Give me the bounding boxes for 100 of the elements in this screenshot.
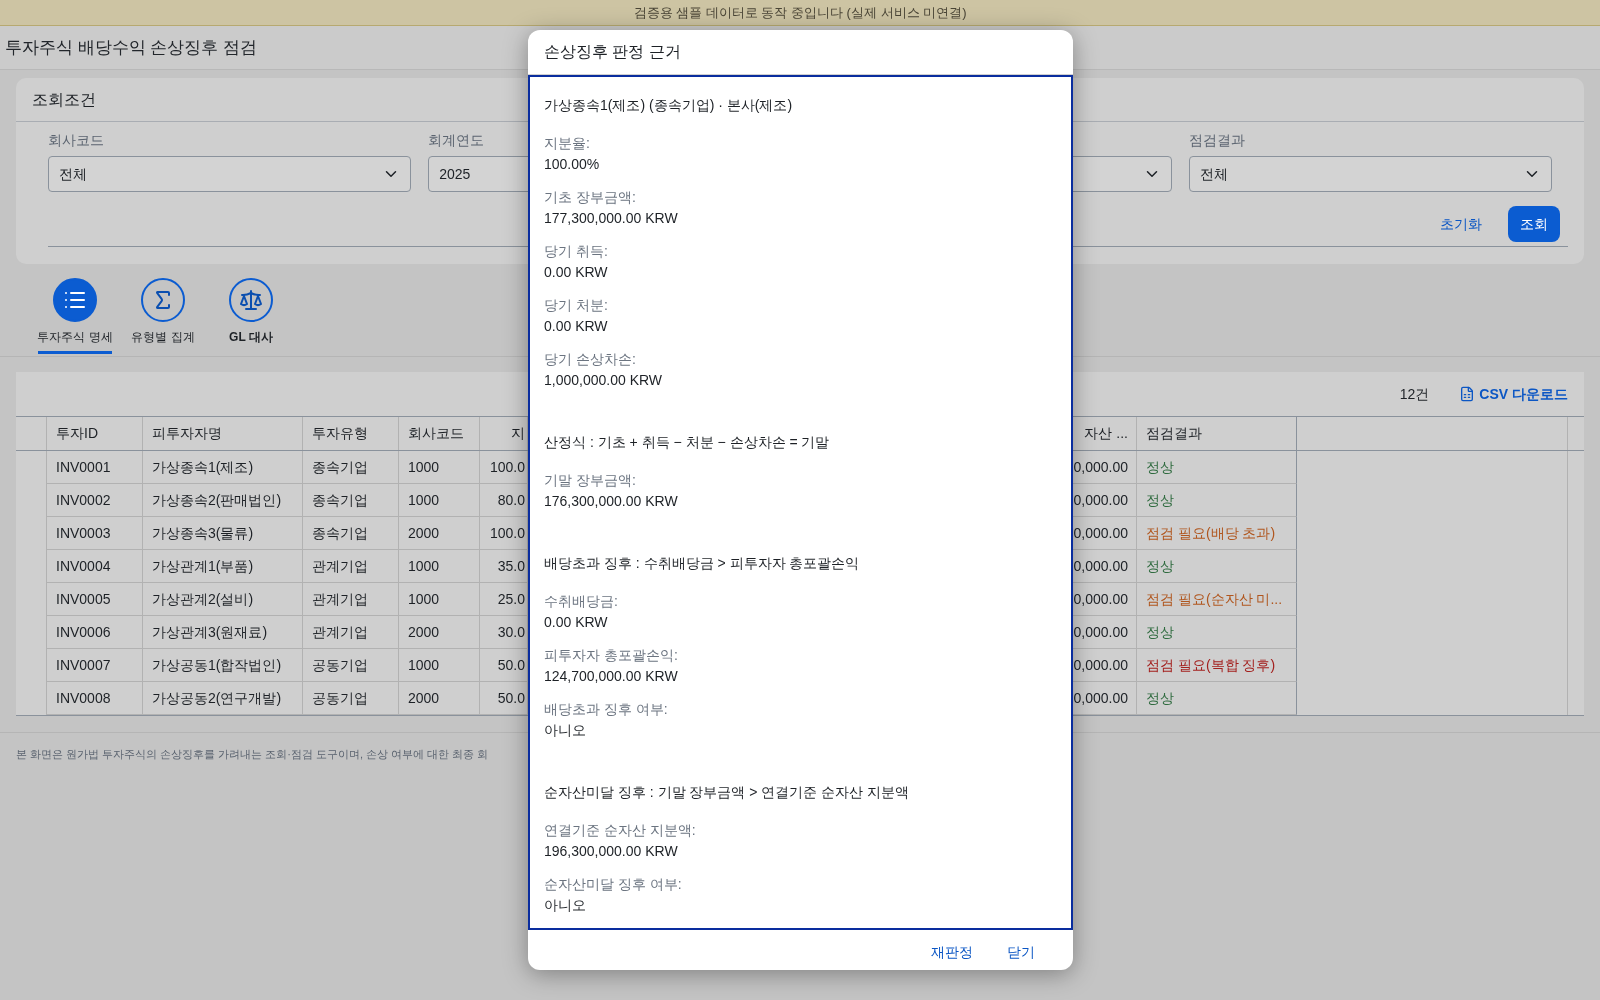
- result-status: 정상: [1146, 622, 1174, 642]
- table-cell: 1000: [399, 484, 480, 517]
- table-cell: 종속기업: [303, 484, 399, 517]
- field-value: 0.00 KRW: [544, 263, 609, 282]
- table-cell: 100.0: [480, 451, 528, 484]
- spreadsheet-icon: [1459, 386, 1476, 402]
- field-value: 1,000,000.00 KRW: [544, 371, 664, 390]
- table-cell: 종속기업: [303, 451, 399, 484]
- table-cell: INV0007: [47, 649, 143, 682]
- column-header: 투자유형: [303, 417, 399, 450]
- column-header: 피투자자명: [143, 417, 303, 450]
- section-heading: 순자산미달 징후 : 기말 장부금액 > 연결기준 순자산 지분액: [544, 783, 911, 802]
- table-cell: 종속기업: [303, 517, 399, 550]
- filter-select[interactable]: 전체: [1188, 156, 1552, 192]
- field-label: 연결기준 순자산 지분액:: [544, 821, 697, 840]
- result-status: 정상: [1146, 688, 1174, 708]
- table-cell: INV0005: [47, 583, 143, 616]
- table-cell: INV0001: [47, 451, 143, 484]
- footnote: 본 화면은 원가법 투자주식의 손상징후를 가려내는 조회·점검 도구이며, 손상 여부에 대한 최종 회: [16, 748, 489, 760]
- table-cell: 35.0: [480, 550, 528, 583]
- field-value: 0.00 KRW: [544, 613, 609, 632]
- filter-title: 조회조건: [32, 89, 96, 110]
- column-header: 투자ID: [47, 417, 143, 450]
- section-heading: 가상종속1(제조) (종속기업) · 본사(제조): [544, 96, 794, 115]
- table-cell: 관계기업: [303, 583, 399, 616]
- row-count: 12건: [1399, 384, 1430, 404]
- field-label: 당기 손상차손:: [544, 350, 637, 369]
- view-tab[interactable]: 투자주식 명세: [38, 278, 112, 354]
- result-status: 정상: [1146, 457, 1174, 477]
- field-value: 아니오: [544, 896, 587, 915]
- table-cell: 공동기업: [303, 682, 399, 715]
- table-cell: 가상종속2(판매법인): [143, 484, 303, 517]
- dialog-button[interactable]: 재판정: [923, 938, 981, 967]
- column-header: 지: [480, 417, 528, 450]
- field-label: 배당초과 징후 여부:: [544, 700, 669, 719]
- table-cell: INV0004: [47, 550, 143, 583]
- table-cell: 관계기업: [303, 616, 399, 649]
- field-value: 196,300,000.00 KRW: [544, 842, 679, 861]
- section-heading: 산정식 : 기초 + 취득 − 처분 − 손상차손 = 기말: [544, 433, 831, 452]
- table-cell: 50.0: [480, 682, 528, 715]
- field-label: 피투자자 총포괄손익:: [544, 646, 679, 665]
- table-cell: INV0008: [47, 682, 143, 715]
- table-cell: 2000: [399, 517, 480, 550]
- table-cell: INV0006: [47, 616, 143, 649]
- view-tab[interactable]: 유형별 집계: [126, 278, 200, 354]
- result-status: 점검 필요(배당 초과): [1146, 523, 1276, 543]
- table-cell: 관계기업: [303, 550, 399, 583]
- result-status: 점검 필요(복합 징후): [1146, 655, 1276, 675]
- result-status: 정상: [1146, 490, 1174, 510]
- field-label: 당기 처분:: [544, 296, 609, 315]
- dialog-button[interactable]: 닫기: [999, 938, 1043, 967]
- filter-select[interactable]: 전체: [48, 156, 412, 192]
- reset-button[interactable]: 초기화: [1432, 206, 1490, 242]
- table-cell: 1000: [399, 451, 480, 484]
- table-cell: 2000: [399, 616, 480, 649]
- filter-label: 점검결과: [1188, 131, 1245, 150]
- dialog-title: 손상징후 판정 근거: [544, 42, 681, 62]
- table-cell: 가상관계3(원재료): [143, 616, 303, 649]
- table-cell: 가상공동2(연구개발): [143, 682, 303, 715]
- table-cell: 가상관계1(부품): [143, 550, 303, 583]
- section-heading: 배당초과 징후 : 수취배당금 > 피투자자 총포괄손익: [544, 554, 861, 573]
- result-status: 점검 필요(순자산 미...: [1146, 589, 1283, 609]
- field-value: 124,700,000.00 KRW: [544, 667, 679, 686]
- table-cell: 공동기업: [303, 649, 399, 682]
- field-value: 100.00%: [544, 155, 601, 174]
- filter-label: 회사코드: [48, 131, 104, 150]
- field-label: 기말 장부금액:: [544, 471, 637, 490]
- filter-label: 회계연도: [428, 131, 485, 150]
- table-cell: INV0002: [47, 484, 143, 517]
- result-status: 정상: [1146, 556, 1174, 576]
- table-cell: 2000: [399, 682, 480, 715]
- scale-icon: [239, 288, 263, 312]
- table-cell: 가상관계2(설비): [143, 583, 303, 616]
- field-label: 지분율:: [544, 134, 591, 153]
- column-header: 점검결과: [1137, 417, 1297, 450]
- table-cell: 30.0: [480, 616, 528, 649]
- view-tab[interactable]: GL 대사: [214, 278, 288, 354]
- table-cell: 가상종속1(제조): [143, 451, 303, 484]
- table-cell: 1000: [399, 550, 480, 583]
- column-header: 회사코드: [399, 417, 480, 450]
- field-label: 당기 취득:: [544, 242, 609, 261]
- table-cell: 80.0: [480, 484, 528, 517]
- table-cell: 가상종속3(물류): [143, 517, 303, 550]
- field-value: 177,300,000.00 KRW: [544, 209, 679, 228]
- table-cell: 1000: [399, 583, 480, 616]
- table-cell: INV0003: [47, 517, 143, 550]
- table-cell: 가상공동1(합작법인): [143, 649, 303, 682]
- field-label: 수취배당금:: [544, 592, 619, 611]
- table-cell: 1000: [399, 649, 480, 682]
- demo-banner: 검증용 샘플 데이터로 동작 중입니다 (실제 서비스 미연결): [0, 0, 1600, 26]
- field-label: 기초 장부금액:: [544, 188, 637, 207]
- field-label: 순자산미달 징후 여부:: [544, 875, 683, 894]
- csv-download-button[interactable]: CSV 다운로드: [1459, 383, 1568, 405]
- field-value: 176,300,000.00 KRW: [544, 492, 679, 511]
- field-value: 0.00 KRW: [544, 317, 609, 336]
- table-cell: 25.0: [480, 583, 528, 616]
- page-title: 투자주식 배당수익 손상징후 점검: [5, 36, 258, 59]
- table-cell: 100.0: [480, 517, 528, 550]
- field-value: 아니오: [544, 721, 587, 740]
- search-button[interactable]: 조회: [1508, 206, 1560, 242]
